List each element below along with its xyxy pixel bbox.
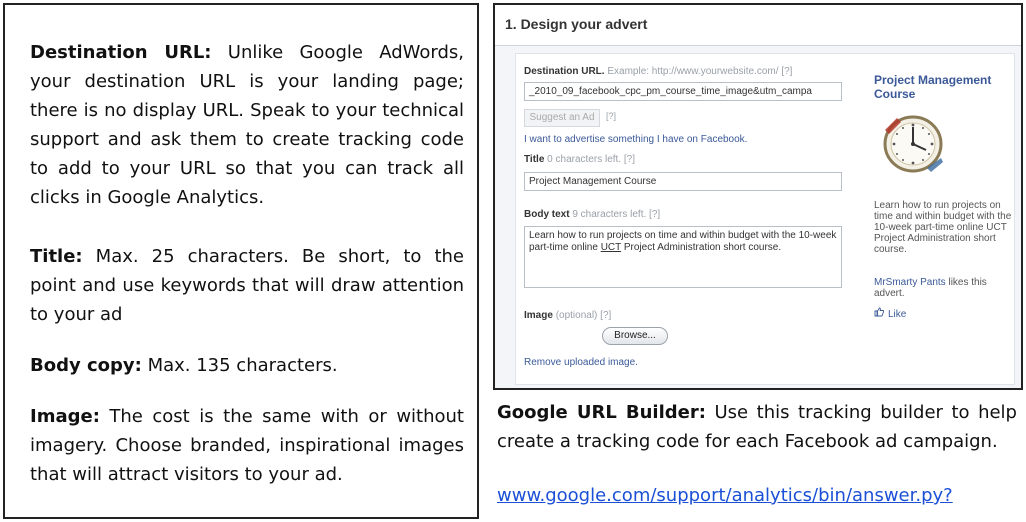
title-text: Max. 25 characters. Be short, to the poi… [30, 246, 464, 325]
facebook-advertise-link[interactable]: I want to advertise something I have on … [524, 134, 747, 145]
thumbs-up-icon [874, 307, 884, 317]
body-text-textarea[interactable]: Learn how to run projects on time and wi… [524, 226, 842, 288]
image-optional-hint: (optional) [555, 310, 598, 321]
url-builder-note: Google URL Builder: Use this tracking bu… [497, 398, 1017, 456]
destination-paragraph: Destination URL: Unlike Google AdWords, … [30, 38, 464, 212]
image-field-label: Image (optional) [?] [524, 310, 612, 321]
help-icon[interactable]: [?] [624, 154, 635, 165]
body-copy-paragraph: Body copy: Max. 135 characters. [30, 351, 464, 380]
image-label: Image: [30, 406, 100, 427]
body-text-label: Body text 9 characters left. [?] [524, 209, 661, 220]
facebook-ad-screenshot: 1. Design your advert Destination URL. E… [493, 3, 1023, 390]
title-chars-left: 0 characters left. [547, 154, 622, 165]
url-builder-label: Google URL Builder: [497, 402, 706, 423]
help-icon[interactable]: [?] [649, 209, 660, 220]
url-builder-link[interactable]: www.google.com/support/analytics/bin/ans… [497, 485, 953, 506]
body-copy-text: Max. 135 characters. [147, 355, 338, 376]
browse-button[interactable]: Browse... [602, 327, 668, 345]
preview-title[interactable]: Project Management Course [874, 73, 1014, 101]
destination-text: Unlike Google AdWords, your destination … [30, 42, 464, 208]
title-input[interactable]: Project Management Course [524, 172, 842, 191]
remove-image-link[interactable]: Remove uploaded image. [524, 357, 638, 368]
destination-label: Destination URL: [30, 42, 212, 63]
suggest-ad-button[interactable]: Suggest an Ad [524, 109, 600, 127]
title-field-label: Title 0 characters left. [?] [524, 154, 635, 165]
section-header: 1. Design your advert [495, 5, 1021, 46]
ad-preview: Project Management Course Learn how to r… [874, 62, 1011, 362]
destination-url-input[interactable]: _2010_09_facebook_cpc_pm_course_time_ima… [524, 82, 842, 101]
body-chars-left: 9 characters left. [572, 209, 647, 220]
help-icon[interactable]: [?] [600, 310, 611, 321]
destination-url-hint: Example: http://www.yourwebsite.com/ [607, 66, 779, 77]
preview-body: Learn how to run projects on time and wi… [874, 200, 1012, 255]
like-button[interactable]: Like [874, 307, 906, 320]
section-title: 1. Design your advert [505, 16, 648, 32]
left-text-content: Destination URL: Unlike Google AdWords, … [30, 38, 464, 489]
ad-design-form: Destination URL. Example: http://www.you… [515, 53, 1015, 385]
left-text-panel: Destination URL: Unlike Google AdWords, … [3, 3, 479, 519]
clock-icon [883, 115, 943, 173]
like-label: Like [888, 309, 907, 320]
title-paragraph: Title: Max. 25 characters. Be short, to … [30, 242, 464, 329]
body-copy-label: Body copy: [30, 355, 142, 376]
help-icon[interactable]: [?] [606, 111, 616, 121]
help-icon[interactable]: [?] [781, 66, 792, 77]
title-label: Title: [30, 246, 83, 267]
preview-likes: MrSmarty Pants likes this advert. [874, 277, 987, 299]
image-paragraph: Image: The cost is the same with or with… [30, 402, 464, 489]
liker-name-link[interactable]: MrSmarty Pants [874, 277, 946, 288]
destination-url-label: Destination URL. Example: http://www.you… [524, 66, 793, 77]
